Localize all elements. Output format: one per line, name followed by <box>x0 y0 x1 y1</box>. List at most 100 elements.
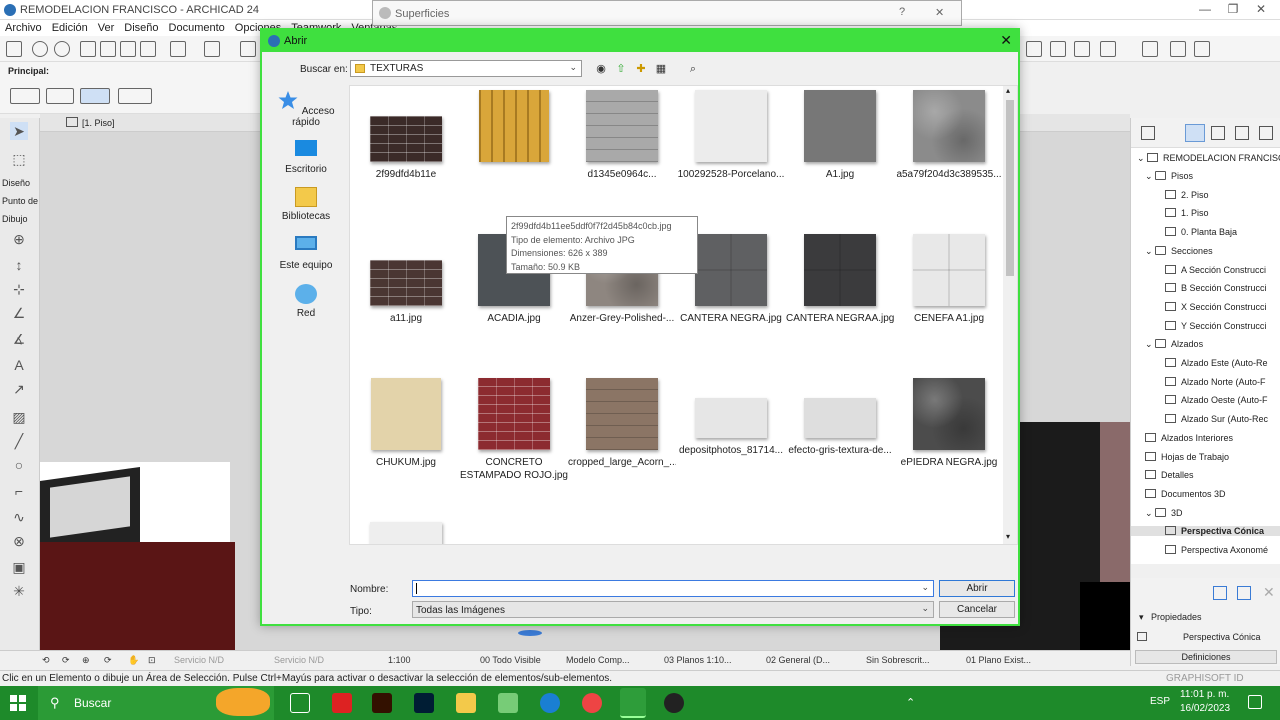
place-network[interactable]: Red <box>270 284 342 319</box>
notifications-icon[interactable] <box>1248 695 1262 709</box>
navigator-item[interactable]: ⌄ Pisos <box>1145 171 1193 182</box>
menu-ver[interactable]: Ver <box>93 20 120 36</box>
obs-icon[interactable] <box>664 693 684 713</box>
undo-icon[interactable] <box>32 41 48 57</box>
marquee-icon[interactable] <box>46 88 74 104</box>
view-menu-icon[interactable]: ▦ <box>654 62 668 76</box>
fit-icon[interactable]: ⊡ <box>148 655 156 666</box>
superficies-close-icon[interactable]: ✕ <box>935 6 944 19</box>
definitions-button[interactable]: Definiciones <box>1135 650 1277 664</box>
model-view-select[interactable]: Modelo Comp... <box>566 655 630 665</box>
navigator-root[interactable]: ⌄ REMODELACION FRANCISC <box>1137 153 1280 164</box>
file-name-input[interactable]: ⌄ <box>412 580 934 597</box>
scroll-thumb[interactable] <box>1006 100 1014 276</box>
hotspot-icon[interactable]: ⊗ <box>10 532 28 550</box>
navigator-item[interactable]: Alzado Este (Auto-Re <box>1165 358 1268 368</box>
publisher-icon[interactable] <box>1259 126 1273 140</box>
place-libraries[interactable]: Bibliotecas <box>270 187 342 222</box>
text-icon[interactable]: A <box>10 356 28 374</box>
layout-icon[interactable] <box>240 41 256 57</box>
file-item[interactable]: CENEFA A1.jpg <box>895 234 1003 325</box>
toolbox-diseno[interactable]: Diseño <box>2 178 30 188</box>
mvo-select[interactable]: 02 General (D... <box>766 655 830 665</box>
layer-combo[interactable]: 00 Todo Visible <box>480 655 541 665</box>
archicad-taskbar-icon[interactable] <box>620 688 646 718</box>
minimize-icon[interactable]: — <box>1190 2 1220 18</box>
menu-archivo[interactable]: Archivo <box>0 20 47 36</box>
photoshop-icon[interactable] <box>414 693 434 713</box>
file-item[interactable] <box>352 522 460 544</box>
selection-method-icon[interactable] <box>10 88 40 104</box>
delete-icon[interactable]: ✕ <box>1263 584 1275 601</box>
toolbox-punto-de[interactable]: Punto de <box>2 196 38 206</box>
new-folder-icon[interactable] <box>1237 586 1251 600</box>
file-item[interactable]: CANTERA NEGRAA.jpg <box>786 234 894 325</box>
preview-icon[interactable]: ⌕ <box>686 62 700 76</box>
chevron-down-icon[interactable]: ⌄ <box>1145 246 1155 256</box>
navigator-item[interactable]: Perspectiva Axonomé <box>1165 545 1268 555</box>
navigator-item[interactable]: A Sección Construcci <box>1165 264 1266 275</box>
lasso-icon[interactable] <box>80 88 110 104</box>
navigator-item[interactable]: ⌄ Alzados <box>1145 339 1203 350</box>
file-item[interactable]: cropped_large_Acorn_... <box>568 378 676 469</box>
file-item[interactable]: A1.jpg <box>786 90 894 181</box>
navigator-item[interactable]: Alzados Interiores <box>1145 432 1233 443</box>
drawing-icon[interactable]: ✳ <box>10 582 28 600</box>
printer-icon[interactable] <box>1100 41 1116 57</box>
file-item[interactable]: efecto-gris-textura-de... <box>786 378 894 457</box>
chevron-down-icon[interactable]: ⌄ <box>1145 508 1155 518</box>
illustrator-icon[interactable] <box>372 693 392 713</box>
new-folder-dialog-icon[interactable]: ✚ <box>634 62 648 76</box>
file-item[interactable]: 2f99dfd4b11e <box>352 90 460 181</box>
back-icon[interactable]: ◉ <box>594 62 608 76</box>
scroll-down-icon[interactable]: ▾ <box>1006 532 1010 541</box>
view-map-icon[interactable] <box>1211 126 1225 140</box>
navigator-item[interactable]: Alzado Oeste (Auto-F <box>1165 395 1268 405</box>
navigator-item[interactable]: Y Sección Construcci <box>1165 320 1266 331</box>
polyline-icon[interactable]: ⌐ <box>10 482 28 500</box>
menu-documento[interactable]: Documento <box>164 20 230 36</box>
edge-icon[interactable] <box>540 693 560 713</box>
angle-icon[interactable]: ∠ <box>10 304 28 322</box>
file-item[interactable]: CHUKUM.jpg <box>352 378 460 469</box>
file-item[interactable]: depositphotos_81714... <box>677 378 785 457</box>
angle2-icon[interactable]: ∡ <box>10 330 28 348</box>
properties-collapse-icon[interactable]: ▾ <box>1139 612 1144 623</box>
label-icon[interactable]: ↗ <box>10 380 28 398</box>
navigator-scrollbar[interactable] <box>1131 564 1280 578</box>
file-explorer-icon[interactable] <box>456 693 476 713</box>
place-quick-access[interactable]: Acceso rápido <box>270 90 342 128</box>
up-folder-icon[interactable]: ⇧ <box>614 62 628 76</box>
publish-icon[interactable] <box>1142 41 1158 57</box>
navigator-item[interactable]: 0. Planta Baja <box>1165 227 1237 237</box>
file-type-select[interactable]: Todas las Imágenes ⌄ <box>412 601 934 618</box>
tray-expand-icon[interactable]: ⌃ <box>906 696 915 709</box>
toolbox-dibujo[interactable]: Dibujo <box>2 214 28 224</box>
navigator-item[interactable]: ⌄ 3D <box>1145 507 1183 519</box>
menu-edicion[interactable]: Edición <box>47 20 93 36</box>
navigator-item[interactable]: B Sección Construcci <box>1165 283 1267 293</box>
spline-icon[interactable]: ∿ <box>10 508 28 526</box>
file-item[interactable]: a11.jpg <box>352 234 460 325</box>
grid-icon[interactable] <box>100 41 116 57</box>
autocad-icon[interactable] <box>332 693 352 713</box>
fill-icon[interactable]: ▨ <box>10 408 28 426</box>
whatsapp-icon[interactable] <box>498 693 518 713</box>
navigator-item[interactable]: Alzado Sur (Auto-Rec <box>1165 414 1268 424</box>
navigator-item[interactable]: Documentos 3D <box>1145 488 1226 499</box>
graphisoft-id[interactable]: GRAPHISOFT ID <box>1166 673 1244 684</box>
navigator-item[interactable]: 1. Piso <box>1165 208 1209 218</box>
figure-icon[interactable]: ▣ <box>10 558 28 576</box>
navigator-item[interactable]: Hojas de Trabajo <box>1145 451 1229 462</box>
list-icon[interactable] <box>1074 41 1090 57</box>
place-desktop[interactable]: Escritorio <box>270 140 342 175</box>
cancel-button[interactable]: Cancelar <box>939 601 1015 618</box>
clock-date[interactable]: 16/02/2023 <box>1180 703 1230 714</box>
override-select[interactable]: Sin Sobrescrit... <box>866 655 930 665</box>
dialog-close-icon[interactable]: ✕ <box>1000 32 1012 49</box>
navigator-menu-icon[interactable] <box>1141 126 1155 140</box>
look-in-combo[interactable]: TEXTURAS ⌄ <box>350 60 582 77</box>
file-item[interactable] <box>460 90 568 168</box>
library-icon[interactable] <box>1026 41 1042 57</box>
undo-view-icon[interactable]: ⟲ <box>42 655 50 666</box>
